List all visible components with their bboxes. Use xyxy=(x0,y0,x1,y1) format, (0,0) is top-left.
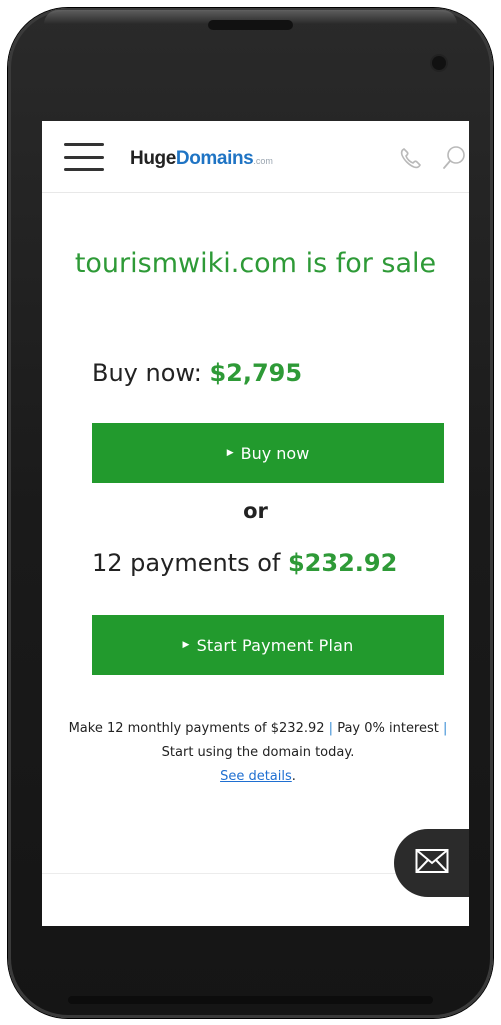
phone-camera xyxy=(432,56,446,70)
buy-now-price: $2,795 xyxy=(209,359,303,387)
buy-now-price-line: Buy now: $2,795 xyxy=(92,359,302,387)
details-separator-2: | xyxy=(443,721,448,736)
logo-tld: .com xyxy=(253,156,273,166)
logo-domains: Domains xyxy=(175,148,254,169)
start-payment-plan-button[interactable]: ▶ Start Payment Plan xyxy=(92,615,444,675)
payments-prefix: 12 payments of xyxy=(92,549,281,577)
see-details-link[interactable]: See details xyxy=(220,769,292,784)
phone-icon[interactable] xyxy=(398,146,424,174)
phone-screen: HugeDomains.com tourismwiki.com is for s… xyxy=(42,121,469,926)
envelope-icon xyxy=(415,848,449,878)
details-separator-1: | xyxy=(328,721,334,736)
play-arrow-icon: ▶ xyxy=(226,448,234,458)
payments-price: $232.92 xyxy=(287,549,398,577)
details-part1: Make 12 monthly payments of $232.92 xyxy=(68,721,325,736)
start-payment-plan-label: Start Payment Plan xyxy=(196,635,354,655)
phone-speaker xyxy=(208,20,293,30)
phone-bottom-edge xyxy=(68,996,433,1004)
site-header: HugeDomains.com xyxy=(42,121,469,193)
play-arrow-icon: ▶ xyxy=(182,640,190,650)
site-logo[interactable]: HugeDomains.com xyxy=(130,148,273,170)
details-trailing: . xyxy=(291,769,296,784)
payments-price-line: 12 payments of $232.92 xyxy=(92,549,397,577)
listing-headline: tourismwiki.com is for sale xyxy=(74,248,437,279)
buy-now-prefix: Buy now: xyxy=(92,359,202,387)
logo-huge: Huge xyxy=(130,148,176,169)
search-icon[interactable] xyxy=(442,145,466,175)
details-part2: Pay 0% interest xyxy=(337,721,439,736)
phone-frame: HugeDomains.com tourismwiki.com is for s… xyxy=(8,8,493,1018)
contact-mail-button[interactable] xyxy=(394,829,469,897)
details-part3: Start using the domain today. xyxy=(161,745,355,760)
hamburger-menu-icon[interactable] xyxy=(64,143,104,171)
buy-now-button-label: Buy now xyxy=(240,443,310,463)
or-separator: or xyxy=(243,499,268,523)
payment-plan-details: Make 12 monthly payments of $232.92 | Pa… xyxy=(62,717,454,789)
buy-now-button[interactable]: ▶ Buy now xyxy=(92,423,444,483)
